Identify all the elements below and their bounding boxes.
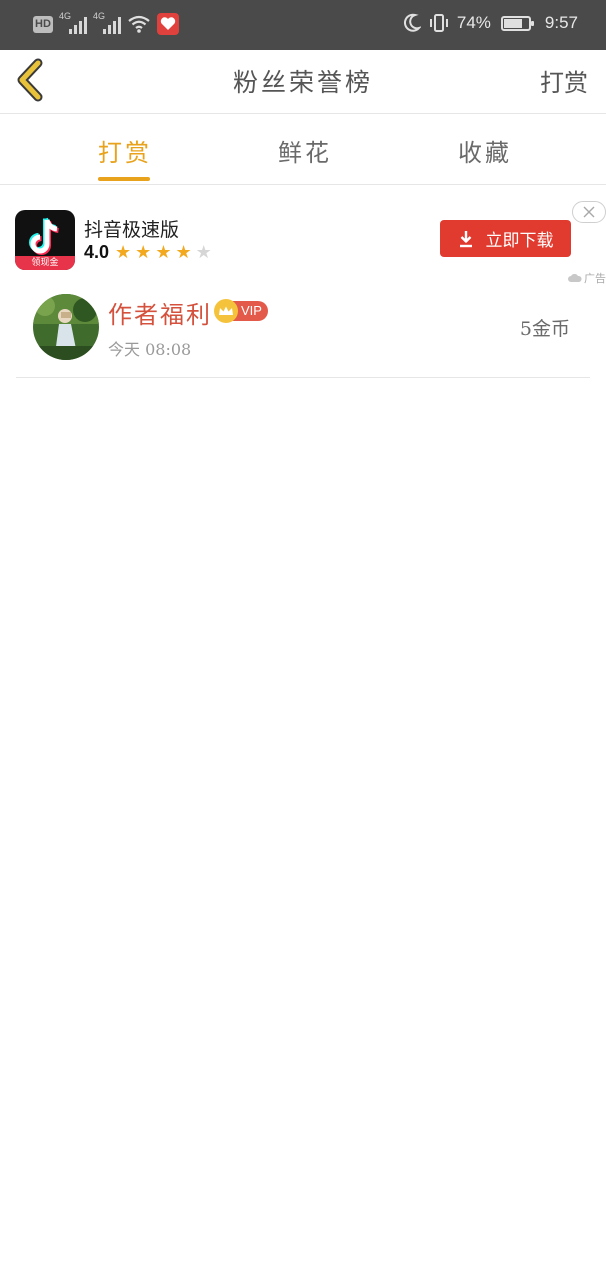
ad-app-name: 抖音极速版 [84,219,180,241]
reward-amount: 5金币 [519,318,570,340]
tab-reward[interactable]: 打赏 [98,133,152,168]
vibrate-icon [429,14,448,32]
tab-active-indicator [98,177,150,181]
moon-icon [403,13,421,32]
hd-icon: HD [33,15,53,33]
star-icon: ★ [135,241,152,263]
download-icon [459,230,472,247]
rating-score: 4.0 [84,242,110,262]
clock-time: 9:57 [544,13,578,32]
download-button[interactable]: 立即下载 [440,220,571,257]
download-label: 立即下载 [485,231,554,251]
tab-flowers[interactable]: 鲜花 [278,133,332,168]
signal-icon-2: 4G [93,11,121,34]
tab-favorites[interactable]: 收藏 [458,133,512,168]
network-type-label-2: 4G [93,11,106,21]
tab-bar: 打赏 鲜花 收藏 [0,115,606,185]
battery-percent: 74% [456,13,491,32]
avatar[interactable] [33,294,99,360]
star-icon: ★ [175,241,192,263]
app-icon-ribbon: 领现金 [15,256,75,270]
ad-rating: 4.0 ★ ★ ★ ★ ★ [84,242,212,263]
star-empty-icon: ★ [195,241,212,263]
status-right: 74% 9:57 [403,13,578,33]
star-icon: ★ [155,241,172,263]
user-name[interactable]: 作者福利 [108,295,212,330]
wifi-icon [128,15,150,33]
app-icon[interactable]: 领现金 [15,210,75,270]
network-type-label: 4G [59,11,72,21]
cloud-icon [568,274,582,282]
close-icon [583,206,595,218]
app-notification-icon [157,13,179,35]
status-bar: HD 4G 4G 74% 9:57 [0,0,606,50]
list-item[interactable]: 作者福利 VIP 今天 08:08 5金币 [16,284,590,378]
ad-banner[interactable]: 领现金 抖音极速版 4.0 ★ ★ ★ ★ ★ 立即下载 广告 [0,200,606,285]
avatar-image [33,294,99,360]
status-left: HD 4G 4G [33,11,179,35]
ad-close-button[interactable] [572,201,606,223]
crown-icon [214,299,238,323]
battery-icon [500,15,534,31]
reward-button[interactable]: 打赏 [540,63,588,98]
page-title: 粉丝荣誉榜 [232,68,373,97]
vip-badge: VIP [214,299,268,323]
app-header: 粉丝荣誉榜 打赏 [0,50,606,114]
reward-time: 今天 08:08 [108,340,192,359]
star-icon: ★ [115,241,132,263]
signal-icon: 4G [59,11,87,34]
